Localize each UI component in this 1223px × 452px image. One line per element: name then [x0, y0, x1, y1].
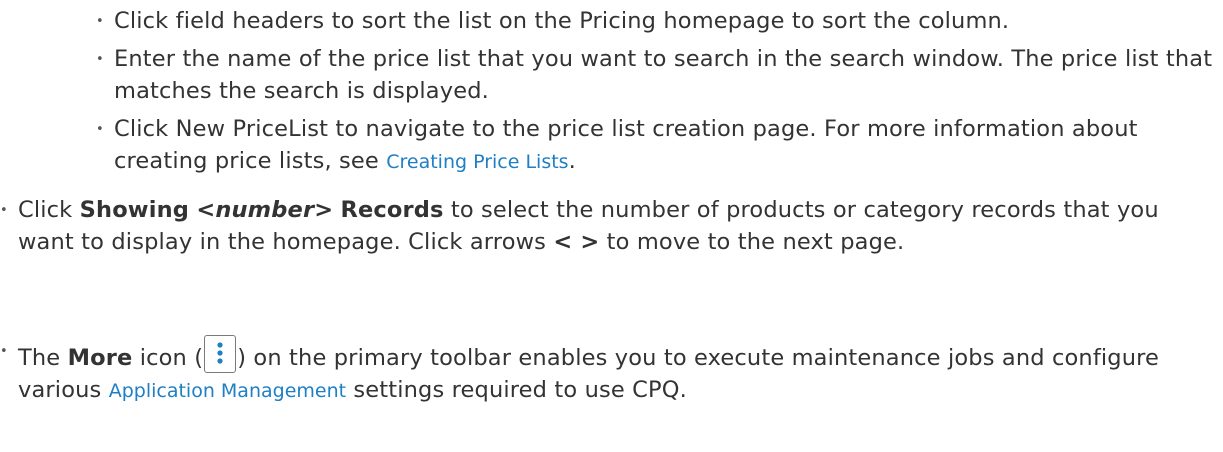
bullet-text: . [568, 148, 576, 174]
bullet-text: settings required to use CPQ. [346, 377, 687, 403]
list-item: Click field headers to sort the list on … [96, 5, 1216, 38]
bullet-text: The [18, 345, 68, 371]
list-item-more-icon: The More icon () on the primary toolbar … [0, 335, 1208, 407]
bullet-text: icon ( [132, 345, 204, 371]
bold-arrows: < > [553, 229, 600, 255]
bold-more: More [67, 345, 133, 371]
sub-bullet-list: Click field headers to sort the list on … [96, 5, 1216, 184]
list-item: Click New PriceList to navigate to the p… [96, 113, 1216, 178]
bullet-text: Click field headers to sort the list on … [114, 8, 1010, 34]
creating-price-lists-link[interactable]: Creating Price Lists [386, 151, 568, 173]
document-body: Click field headers to sort the list on … [0, 0, 1223, 452]
bold-records: Records [340, 197, 444, 223]
bold-showing: Showing [79, 197, 190, 223]
bullet-text: Click [18, 197, 80, 223]
bullet-text: Click New PriceList to navigate to the p… [114, 116, 1138, 174]
italic-number: <number> [196, 197, 334, 223]
application-management-link[interactable]: Application Management [109, 380, 346, 402]
vertical-ellipsis-icon [204, 335, 237, 373]
bullet-text: to move to the next page. [599, 229, 905, 255]
list-item-showing-records: Click Showing <number> Records to select… [0, 194, 1208, 258]
list-item: Enter the name of the price list that yo… [96, 43, 1216, 107]
bullet-text: Enter the name of the price list that yo… [114, 46, 1213, 104]
